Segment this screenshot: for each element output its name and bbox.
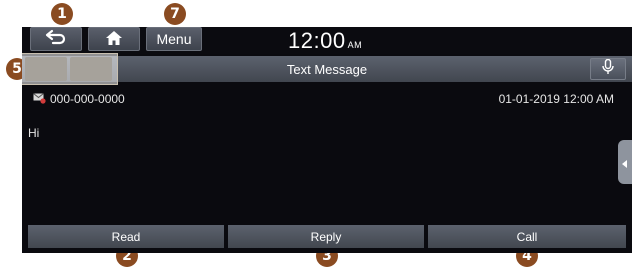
head-unit-screen: Menu 12:00 AM Text Message 000-000-0000 … [22,27,632,253]
message-datetime: 01-01-2019 12:00 AM [498,92,614,106]
menu-button[interactable]: Menu [146,27,202,51]
voice-button[interactable] [590,58,626,80]
title-bar: Text Message [22,53,632,85]
back-button[interactable] [30,27,82,51]
chevron-left-icon [622,153,628,172]
page-title: Text Message [286,61,368,77]
call-button[interactable]: Call [428,225,626,248]
callout-7: 7 [164,3,186,25]
callout-1: 1 [51,3,73,25]
reply-button[interactable]: Reply [228,225,424,248]
home-icon [106,30,122,49]
clock: 12:00 AM [288,28,362,54]
clock-ampm: AM [347,40,363,50]
sms-icon [33,93,46,107]
message-body: Hi [28,126,40,140]
clock-time: 12:00 [288,28,346,53]
back-arrow-icon [45,29,67,49]
top-bar: Menu 12:00 AM [22,27,632,54]
home-button[interactable] [88,27,140,51]
sender-number: 000-000-0000 [50,92,125,106]
read-button[interactable]: Read [28,225,224,248]
message-info-row: 000-000-0000 01-01-2019 12:00 AM [22,84,632,114]
microphone-icon [602,58,614,79]
side-panel-handle[interactable] [618,140,632,184]
